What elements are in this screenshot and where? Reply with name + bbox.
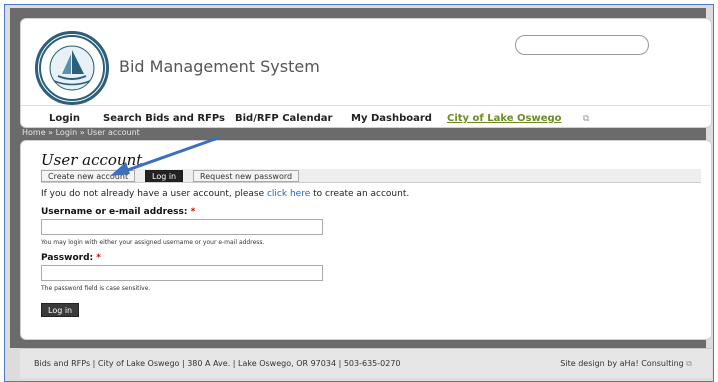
search-input[interactable] <box>515 35 649 55</box>
footer-address: Bids and RFPs | City of Lake Oswego | 38… <box>34 359 401 368</box>
site-header: Bid Management System Login Search Bids … <box>20 18 713 129</box>
intro-suffix: to create an account. <box>310 189 410 199</box>
login-submit-button[interactable]: Log in <box>41 303 80 317</box>
username-label-text: Username or e-mail address: <box>41 207 188 217</box>
create-account-link[interactable]: click here <box>267 189 310 199</box>
password-help: The password field is case sensitive. <box>41 285 151 292</box>
username-label: Username or e-mail address: * <box>41 207 195 217</box>
city-seal-icon <box>39 35 105 101</box>
site-footer: Bids and RFPs | City of Lake Oswego | 38… <box>20 348 712 378</box>
main-nav: Login Search Bids and RFPs Bid/RFP Calen… <box>21 105 713 129</box>
intro-text: If you do not already have a user accoun… <box>41 189 409 199</box>
username-field[interactable] <box>41 219 323 235</box>
external-link-icon: ⧉ <box>583 114 590 124</box>
nav-item-search-bids[interactable]: Search Bids and RFPs <box>103 113 225 124</box>
annotation-arrow-icon <box>110 136 220 176</box>
nav-item-dashboard[interactable]: My Dashboard <box>351 113 432 124</box>
nav-item-city-label: City of Lake Oswego <box>447 113 562 124</box>
nav-item-login[interactable]: Login <box>49 113 80 124</box>
city-seal-logo[interactable] <box>35 31 109 105</box>
footer-credit[interactable]: Site design by aHa! Consulting ⧉ <box>560 359 692 369</box>
nav-item-city-link[interactable]: City of Lake Oswego <box>447 113 562 124</box>
password-field[interactable] <box>41 265 323 281</box>
password-label: Password: * <box>41 253 101 263</box>
intro-prefix: If you do not already have a user accoun… <box>41 189 267 199</box>
password-label-text: Password: <box>41 253 94 263</box>
username-help: You may login with either your assigned … <box>41 239 265 246</box>
nav-item-calendar[interactable]: Bid/RFP Calendar <box>235 113 332 124</box>
required-marker: * <box>96 253 101 263</box>
footer-credit-text: Site design by aHa! Consulting <box>560 359 684 368</box>
required-marker: * <box>190 207 196 217</box>
site-name: Bid Management System <box>119 57 320 76</box>
external-link-icon: ⧉ <box>686 359 692 368</box>
